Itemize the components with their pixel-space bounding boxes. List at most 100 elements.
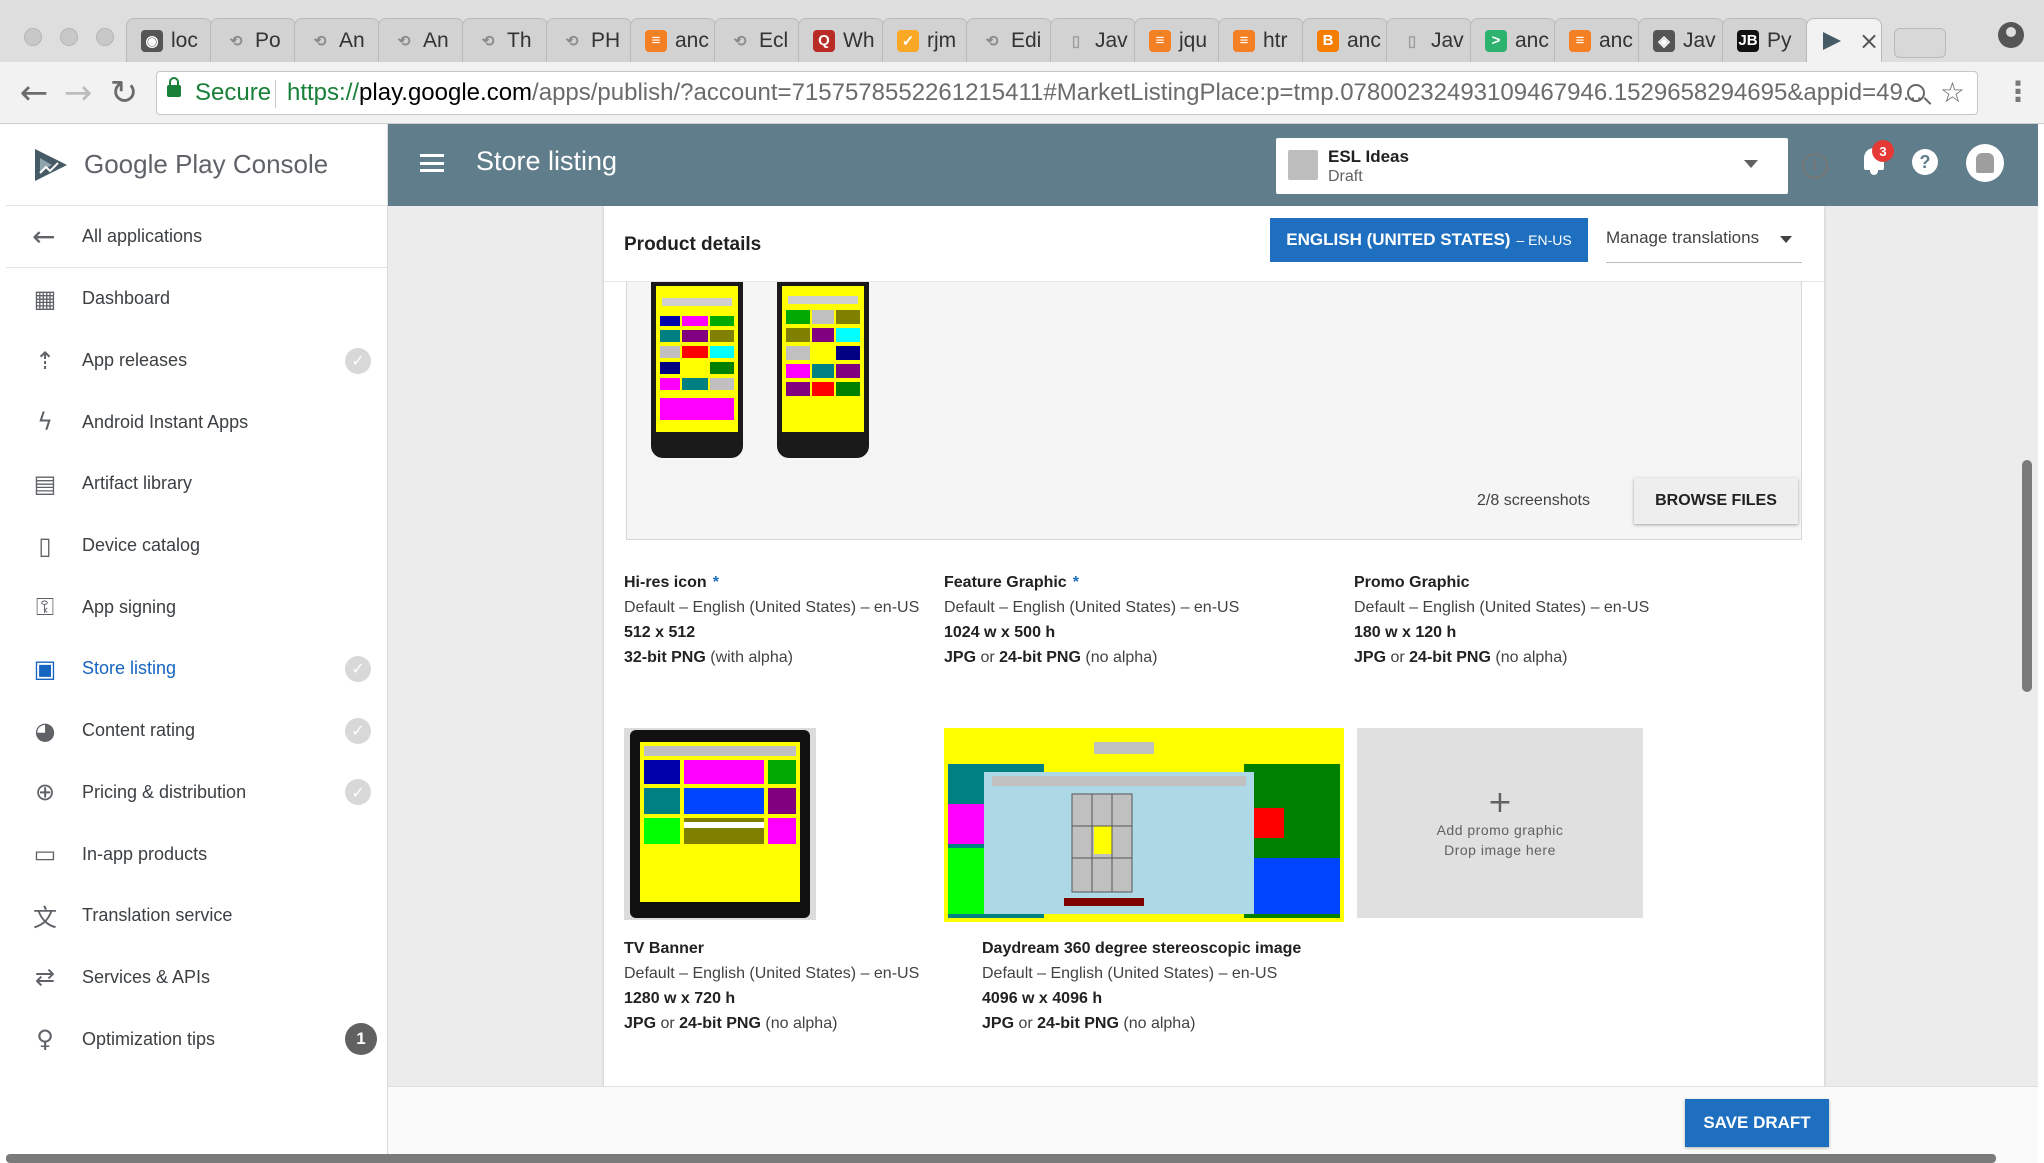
browser-tab[interactable]: ⟲ Ecl (714, 18, 800, 62)
asset-size: 1024 w x 500 h (944, 624, 1056, 641)
hires-icon-image[interactable] (624, 728, 816, 920)
screenshot-thumbnail[interactable] (777, 282, 869, 458)
sidebar-item-dashboard[interactable]: ▦ Dashboard (6, 268, 387, 330)
sidebar-item-pricing-distribution[interactable]: ⊕ Pricing & distribution ✓ (6, 762, 387, 824)
browser-tab[interactable]: ⟲ Po (210, 18, 296, 62)
browser-tab[interactable]: ✓ rjm (882, 18, 968, 62)
browse-files-button[interactable]: BROWSE FILES (1634, 478, 1798, 524)
format-bold: JPG (624, 1015, 657, 1032)
format-mid: or (976, 649, 1000, 666)
asset-format: JPG or 24-bit PNG (no alpha) (1354, 649, 1649, 667)
browser-tab-label: Jav (1095, 28, 1128, 52)
sidebar-item-app-releases[interactable]: ⇡ App releases ✓ (6, 330, 387, 392)
browser-tab[interactable]: ⟲ An (378, 18, 464, 62)
save-draft-button[interactable]: SAVE DRAFT (1685, 1099, 1829, 1147)
sidebar-item-device-catalog[interactable]: ▯ Device catalog (6, 515, 387, 577)
promo-graphic-dropzone[interactable]: + Add promo graphic Drop image here (1357, 728, 1643, 918)
browser-tab-label: loc (171, 28, 198, 52)
info-icon[interactable]: i (1802, 153, 1828, 179)
new-tab-button[interactable] (1894, 28, 1946, 58)
browser-tab[interactable]: ≡ jqu (1134, 18, 1220, 62)
asset-size: 4096 w x 4096 h (982, 990, 1103, 1007)
play-console-icon (1823, 31, 1841, 50)
account-avatar[interactable] (1966, 144, 2004, 182)
browser-tab[interactable]: ⟲ Th (462, 18, 548, 62)
feature-graphic-image[interactable] (944, 728, 1344, 922)
format-rest: (no alpha) (1118, 1015, 1196, 1032)
sidebar-item-in-app-products[interactable]: ▭ In-app products (6, 823, 387, 885)
browser-tab[interactable]: ⟲ Edi (966, 18, 1052, 62)
dropdown-underline (1606, 262, 1802, 263)
asset-format: JPG or 24-bit PNG (no alpha) (982, 1015, 1301, 1033)
browser-tab[interactable]: ≡ anc (1554, 18, 1640, 62)
vertical-scrollbar[interactable] (2022, 460, 2032, 692)
asset-title: Daydream 360 degree stereoscopic image (982, 940, 1302, 957)
help-icon[interactable]: ? (1912, 149, 1938, 175)
sidebar-item-android-instant-apps[interactable]: ϟ Android Instant Apps (6, 391, 387, 453)
stackoverflow-icon: ≡ (1149, 29, 1171, 52)
browser-tab[interactable]: ▯ Jav (1386, 18, 1472, 62)
browser-tab[interactable]: ◈ Jav (1638, 18, 1724, 62)
browser-tab-label: Jav (1683, 28, 1716, 52)
screenshots-dropzone[interactable]: 2/8 screenshots BROWSE FILES (626, 282, 1802, 540)
url-omnibox[interactable]: Secure https://play.google.com/apps/publ… (156, 71, 1978, 115)
profile-icon[interactable] (1998, 22, 2024, 48)
sidebar-item-artifact-library[interactable]: ▤ Artifact library (6, 453, 387, 515)
active-browser-tab[interactable]: × (1806, 18, 1882, 62)
sidebar-item-store-listing[interactable]: ▣ Store listing ✓ (6, 638, 387, 700)
check-icon: ✓ (897, 29, 919, 52)
brand[interactable]: Google Play Console (6, 124, 387, 206)
sidebar-item-label: Pricing & distribution (82, 781, 247, 802)
url-text[interactable]: https://play.google.com/apps/publish/?ac… (287, 79, 1923, 107)
app-selector[interactable]: ESL Ideas Draft i (1276, 138, 1828, 194)
reload-icon[interactable]: ↻ (104, 74, 144, 112)
back-arrow-icon[interactable]: ← (14, 74, 54, 112)
asset-title: Promo Graphic (1354, 574, 1470, 591)
asset-title: Feature Graphic * (944, 574, 1239, 592)
format-bold: 32-bit PNG (624, 649, 706, 666)
format-bold: 24-bit PNG (679, 1015, 761, 1032)
minimize-window-button[interactable] (60, 28, 78, 46)
chevron-down-icon (1780, 236, 1792, 243)
sidebar-item-optimization-tips[interactable]: ♀ Optimization tips 1 (6, 1008, 387, 1070)
language-button[interactable]: ENGLISH (UNITED STATES) – EN-US (1270, 218, 1588, 262)
close-tab-icon[interactable]: × (1859, 27, 1879, 55)
screenshot-thumbnail[interactable] (651, 282, 743, 458)
browser-tab-label: Wh (843, 28, 875, 52)
jetbrains-icon: JB (1737, 29, 1759, 52)
format-rest: (no alpha) (760, 1015, 838, 1032)
browser-tab[interactable]: Q Wh (798, 18, 884, 62)
format-rest: (with alpha) (705, 649, 793, 666)
brand-name: Google Play Console (84, 149, 329, 179)
daydream-image-spec: Daydream 360 degree stereoscopic image D… (982, 940, 1301, 1033)
browser-tab[interactable]: JB Py (1722, 18, 1808, 62)
browser-tab[interactable]: > anc (1470, 18, 1556, 62)
sidebar-item-translation-service[interactable]: 文 Translation service (6, 885, 387, 947)
zoom-window-button[interactable] (96, 28, 114, 46)
browser-tab[interactable]: ▯ Jav (1050, 18, 1136, 62)
all-applications-link[interactable]: ← All applications (6, 206, 387, 268)
forward-arrow-icon[interactable]: → (58, 74, 98, 112)
lock-icon (167, 77, 181, 97)
rocket-icon: ⇡ (34, 346, 56, 375)
browser-tab[interactable]: ⟲ An (294, 18, 380, 62)
bookmark-star-icon[interactable]: ☆ (1940, 76, 1965, 109)
sidebar-item-services-apis[interactable]: ⇄ Services & APIs (6, 947, 387, 1009)
browser-tab[interactable]: ◉ loc (126, 18, 212, 62)
browser-menu-icon[interactable]: ⋮ (2004, 74, 2032, 110)
rating-icon: ◕ (34, 716, 56, 745)
sidebar-item-app-signing[interactable]: ⚿ App signing (6, 576, 387, 638)
hamburger-menu-icon[interactable] (420, 154, 444, 172)
browser-tab[interactable]: ≡ anc (630, 18, 716, 62)
manage-translations-dropdown[interactable]: Manage translations (1606, 228, 1759, 248)
browser-tab-label: anc (1347, 28, 1381, 52)
completed-check-icon: ✓ (345, 655, 371, 682)
browser-tab[interactable]: ≡ htr (1218, 18, 1304, 62)
sidebar-item-content-rating[interactable]: ◕ Content rating ✓ (6, 700, 387, 762)
zoom-icon[interactable] (1907, 84, 1925, 102)
asset-default: Default – English (United States) – en-U… (624, 965, 920, 982)
close-window-button[interactable] (24, 28, 42, 46)
browser-tab[interactable]: ⟲ PH (546, 18, 632, 62)
browser-tab[interactable]: Banc (1302, 18, 1388, 62)
horizontal-scrollbar[interactable] (6, 1154, 1996, 1163)
